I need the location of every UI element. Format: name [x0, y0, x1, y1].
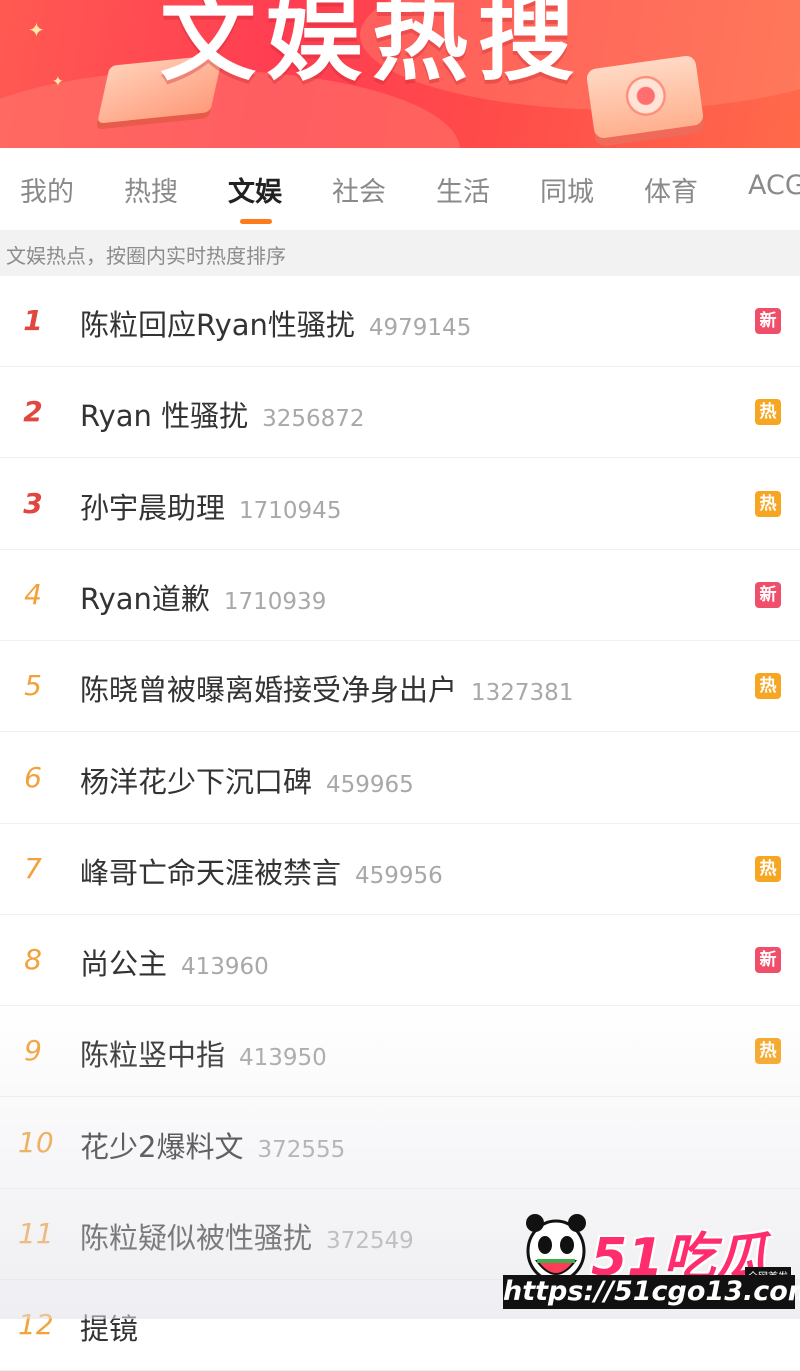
list-item[interactable]: 6 杨洋花少下沉口碑 459965	[0, 733, 800, 824]
heat-count: 459965	[326, 772, 414, 798]
topic-title: 陈粒竖中指	[80, 1038, 226, 1072]
rank-number: 7	[24, 852, 42, 885]
topic-title: 峰哥亡命天涯被禁言	[80, 856, 342, 890]
heat-count: 413960	[181, 954, 269, 980]
list-item[interactable]: 3 孙宇晨助理 1710945 热	[0, 459, 800, 550]
topic-entry[interactable]: 杨洋花少下沉口碑 459965	[80, 759, 414, 801]
tab-local[interactable]: 同城	[540, 170, 594, 209]
rank-number: 6	[24, 761, 42, 794]
topic-entry[interactable]: 花少2爆料文 372555	[80, 1124, 345, 1166]
topic-entry[interactable]: 峰哥亡命天涯被禁言 459956	[80, 850, 443, 892]
topic-title: 尚公主	[80, 947, 168, 981]
topic-title: 提镜	[80, 1312, 139, 1346]
rank-number: 2	[23, 395, 43, 428]
rank-number: 3	[23, 487, 43, 520]
topic-title: 杨洋花少下沉口碑	[80, 765, 313, 799]
topic-entry[interactable]: 陈粒竖中指 413950	[80, 1032, 327, 1074]
list-item[interactable]: 10 花少2爆料文 372555	[0, 1098, 800, 1189]
tab-life[interactable]: 生活	[436, 170, 490, 209]
topic-entry[interactable]: 提镜	[80, 1306, 138, 1348]
rank-number: 11	[18, 1217, 54, 1250]
tab-society[interactable]: 社会	[332, 170, 386, 209]
tab-hot-search[interactable]: 热搜	[124, 170, 178, 209]
list-description-text: 文娱热点，按圈内实时热度排序	[6, 244, 286, 268]
sparkle-icon: ✦	[52, 74, 64, 90]
rank-number: 1	[23, 304, 43, 337]
hot-badge: 热	[755, 491, 781, 517]
list-item[interactable]: 5 陈晓曾被曝离婚接受净身出户 1327381 热	[0, 641, 800, 732]
topic-title: 陈粒回应Ryan性骚扰	[80, 308, 355, 342]
hot-badge: 热	[755, 399, 781, 425]
new-badge: 新	[755, 947, 781, 973]
topic-entry[interactable]: Ryan道歉 1710939	[80, 576, 326, 618]
list-item[interactable]: 2 Ryan 性骚扰 3256872 热	[0, 367, 800, 458]
header-banner: ✦ ✦ 文娱热搜	[0, 0, 800, 148]
heat-count: 4979145	[368, 315, 472, 341]
sparkle-icon: ✦	[28, 18, 45, 42]
hot-badge: 热	[755, 856, 781, 882]
topic-title: 陈粒疑似被性骚扰	[80, 1221, 313, 1255]
topic-entry[interactable]: 陈粒疑似被性骚扰 372549	[80, 1215, 414, 1257]
watermark: 51吃瓜 全网首发 https://51cgo13.com	[503, 1205, 800, 1313]
rank-number: 5	[24, 669, 42, 702]
heat-count: 1710939	[223, 589, 327, 615]
topic-title: 孙宇晨助理	[80, 491, 226, 525]
new-badge: 新	[755, 582, 781, 608]
tab-sports[interactable]: 体育	[644, 170, 698, 209]
camera-lens	[623, 73, 669, 119]
banner-title: 文娱热搜	[160, 0, 584, 94]
tab-mine[interactable]: 我的	[20, 170, 74, 209]
topic-entry[interactable]: 陈晓曾被曝离婚接受净身出户 1327381	[80, 667, 573, 709]
heat-count: 459956	[355, 863, 443, 889]
rank-number: 4	[24, 578, 42, 611]
category-tabs: 我的 热搜 文娱 社会 生活 同城 体育 ACG	[0, 148, 800, 230]
active-tab-indicator	[240, 219, 272, 224]
topic-title: 花少2爆料文	[80, 1130, 244, 1164]
heat-count: 372549	[326, 1228, 414, 1254]
list-item[interactable]: 9 陈粒竖中指 413950 热	[0, 1006, 800, 1097]
watermark-url: https://51cgo13.com	[503, 1275, 800, 1309]
tab-entertainment[interactable]: 文娱	[228, 170, 282, 209]
tab-acg[interactable]: ACG	[748, 170, 800, 201]
rank-number: 8	[24, 943, 42, 976]
hot-badge: 热	[755, 1038, 781, 1064]
topic-entry[interactable]: 尚公主 413960	[80, 941, 269, 983]
topic-entry[interactable]: Ryan 性骚扰 3256872	[80, 393, 365, 435]
heat-count: 3256872	[262, 406, 365, 432]
heat-count: 1327381	[471, 680, 574, 706]
topic-title: 陈晓曾被曝离婚接受净身出户	[80, 673, 458, 707]
topic-entry[interactable]: 陈粒回应Ryan性骚扰 4979145	[80, 302, 471, 344]
rank-number: 9	[24, 1034, 42, 1067]
list-item[interactable]: 8 尚公主 413960 新	[0, 915, 800, 1006]
rank-number: 12	[18, 1308, 54, 1341]
topic-entry[interactable]: 孙宇晨助理 1710945	[80, 485, 341, 527]
list-description: 文娱热点，按圈内实时热度排序	[0, 230, 800, 276]
list-item[interactable]: 7 峰哥亡命天涯被禁言 459956 热	[0, 824, 800, 915]
rank-number: 10	[18, 1126, 54, 1159]
heat-count: 413950	[239, 1045, 327, 1071]
hot-badge: 热	[755, 673, 781, 699]
heat-count: 372555	[257, 1137, 346, 1163]
list-item[interactable]: 4 Ryan道歉 1710939 新	[0, 550, 800, 641]
topic-title: Ryan道歉	[80, 582, 210, 616]
topic-title: Ryan 性骚扰	[80, 399, 249, 433]
new-badge: 新	[755, 308, 781, 334]
heat-count: 1710945	[239, 498, 342, 524]
camera-illustration	[585, 54, 705, 140]
list-item[interactable]: 1 陈粒回应Ryan性骚扰 4979145 新	[0, 276, 800, 367]
